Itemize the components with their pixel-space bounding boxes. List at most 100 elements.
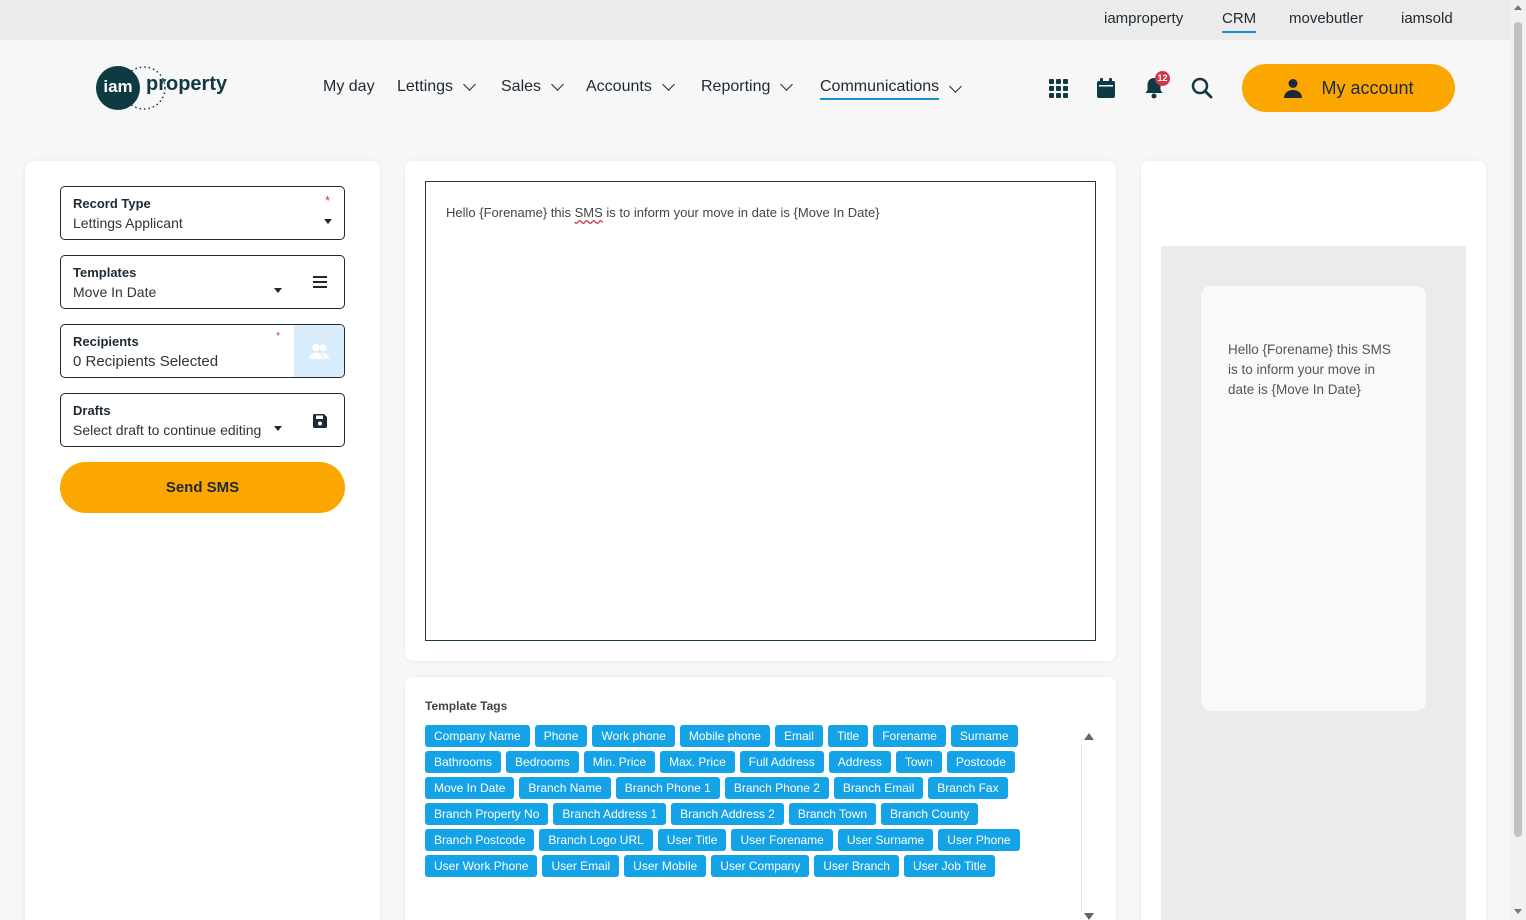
template-tag[interactable]: Bathrooms [425, 751, 502, 773]
template-tag[interactable]: Title [827, 725, 869, 747]
user-icon [1284, 79, 1303, 98]
template-tag[interactable]: Company Name [425, 725, 530, 747]
template-tag[interactable]: Branch Name [519, 777, 611, 799]
template-tag[interactable]: Branch Town [788, 803, 877, 825]
site-link-crm[interactable]: CRM [1222, 10, 1257, 33]
message-editor-panel: Hello {Forename} this SMS is to inform y… [405, 161, 1116, 661]
recipients-label: Recipients [73, 334, 139, 349]
select-recipients-button[interactable] [294, 325, 344, 377]
sms-message-editor[interactable]: Hello {Forename} this SMS is to inform y… [425, 181, 1096, 641]
record-type-select[interactable]: Record Type Lettings Applicant * [60, 186, 345, 240]
record-type-label: Record Type [73, 196, 151, 211]
template-list-icon[interactable] [313, 276, 327, 288]
template-tag[interactable]: Town [895, 751, 942, 773]
editor-text-end: is to inform your move in date is {Move … [602, 205, 880, 220]
drafts-label: Drafts [73, 403, 111, 418]
recipients-value: 0 Recipients Selected [73, 353, 219, 370]
template-tag[interactable]: Branch Phone 1 [615, 777, 720, 799]
nav-sales[interactable]: Sales [501, 78, 564, 96]
page-scrollbar[interactable] [1510, 0, 1526, 920]
scrollbar-thumb[interactable] [1514, 22, 1522, 837]
nav-sales-label: Sales [501, 78, 542, 95]
phone-preview: Hello {Forename} this SMS is to inform y… [1201, 286, 1426, 711]
site-link-iamsold[interactable]: iamsold [1401, 10, 1453, 27]
preview-message-text: Hello {Forename} this SMS is to inform y… [1228, 342, 1391, 397]
site-link-movebutler[interactable]: movebutler [1289, 10, 1363, 27]
nav-accounts-label: Accounts [586, 78, 652, 95]
template-tag[interactable]: Branch Postcode [425, 829, 535, 851]
template-tag[interactable]: User Email [542, 855, 620, 877]
nav-my-day[interactable]: My day [323, 78, 375, 96]
caret-down-icon [274, 426, 282, 431]
templates-label: Templates [73, 265, 137, 280]
template-tag[interactable]: Work phone [592, 725, 675, 747]
editor-text-start: Hello {Forename} this [446, 205, 575, 220]
template-tag[interactable]: User Branch [814, 855, 899, 877]
required-marker: * [324, 193, 330, 208]
template-tag[interactable]: Surname [950, 725, 1018, 747]
template-tag[interactable]: User Title [657, 829, 727, 851]
nav-lettings[interactable]: Lettings [397, 78, 476, 96]
template-tag[interactable]: User Surname [837, 829, 934, 851]
template-tag[interactable]: Branch Phone 2 [724, 777, 829, 799]
template-tag[interactable]: Address [828, 751, 891, 773]
nav-my-day-label: My day [323, 78, 375, 95]
template-tag[interactable]: Branch Property No [425, 803, 549, 825]
recipients-field[interactable]: Recipients 0 Recipients Selected * [60, 324, 345, 378]
drafts-value: Select draft to continue editing [73, 422, 262, 438]
scroll-up-arrow-icon[interactable] [1084, 733, 1094, 740]
apps-grid-icon[interactable] [1046, 76, 1070, 100]
templates-select[interactable]: Templates Move In Date [60, 255, 345, 309]
template-tag[interactable]: User Forename [731, 829, 833, 851]
template-tag[interactable]: Mobile phone [679, 725, 770, 747]
drafts-select[interactable]: Drafts Select draft to continue editing [60, 393, 345, 447]
nav-lettings-label: Lettings [397, 78, 454, 95]
template-tag[interactable]: Branch Address 2 [671, 803, 784, 825]
nav-communications[interactable]: Communications [820, 78, 963, 100]
template-tag[interactable]: Postcode [946, 751, 1015, 773]
template-tag[interactable]: Min. Price [583, 751, 656, 773]
template-tag[interactable]: Email [774, 725, 823, 747]
search-icon[interactable] [1190, 76, 1214, 100]
calendar-icon[interactable] [1094, 76, 1118, 100]
template-tag[interactable]: Branch Address 1 [553, 803, 667, 825]
template-tag[interactable]: User Job Title [903, 855, 996, 877]
top-site-switcher: iamproperty CRM movebutler iamsold [0, 0, 1510, 40]
template-tag[interactable]: User Mobile [624, 855, 707, 877]
scroll-down-arrow-icon[interactable] [1514, 909, 1522, 914]
template-tag[interactable]: User Phone [938, 829, 1020, 851]
save-draft-icon[interactable] [313, 414, 327, 428]
template-tag[interactable]: Max. Price [660, 751, 735, 773]
send-sms-button[interactable]: Send SMS [60, 462, 345, 513]
template-tag[interactable]: Bedrooms [506, 751, 579, 773]
template-tag[interactable]: User Company [711, 855, 810, 877]
template-tags-panel: Template Tags Company Name Phone Work phon… [405, 677, 1116, 920]
template-tags-list: Company Name Phone Work phone Mobile phone E… [425, 725, 1075, 877]
site-link-iamproperty[interactable]: iamproperty [1104, 10, 1183, 27]
template-tag[interactable]: Forename [873, 725, 946, 747]
my-account-button[interactable]: My account [1242, 64, 1455, 112]
template-tag[interactable]: Move In Date [425, 777, 515, 799]
tags-scrollbar[interactable] [1081, 745, 1082, 911]
chevron-down-icon [551, 78, 564, 91]
chevron-down-icon [780, 78, 794, 91]
template-tag[interactable]: Full Address [739, 751, 824, 773]
template-tag[interactable]: Branch County [881, 803, 979, 825]
template-tag[interactable]: Branch Fax [928, 777, 1008, 799]
template-tag[interactable]: User Work Phone [425, 855, 538, 877]
template-tag[interactable]: Branch Logo URL [539, 829, 653, 851]
nav-reporting[interactable]: Reporting [701, 78, 794, 96]
main-header: iam property My day Lettings Sales Accou… [0, 40, 1510, 140]
nav-reporting-label: Reporting [701, 78, 771, 95]
chevron-down-icon [463, 78, 476, 91]
template-tag[interactable]: Branch Email [833, 777, 924, 799]
scroll-down-arrow-icon[interactable] [1084, 913, 1094, 920]
users-icon [309, 343, 329, 359]
notification-count-badge: 12 [1155, 71, 1170, 86]
iamproperty-logo[interactable]: iam property [96, 64, 236, 112]
scroll-up-arrow-icon[interactable] [1514, 5, 1522, 10]
nav-accounts[interactable]: Accounts [586, 78, 675, 96]
my-account-label: My account [1321, 77, 1414, 98]
template-tag[interactable]: Phone [534, 725, 588, 747]
sms-preview-panel: Hello {Forename} this SMS is to inform y… [1141, 161, 1486, 920]
